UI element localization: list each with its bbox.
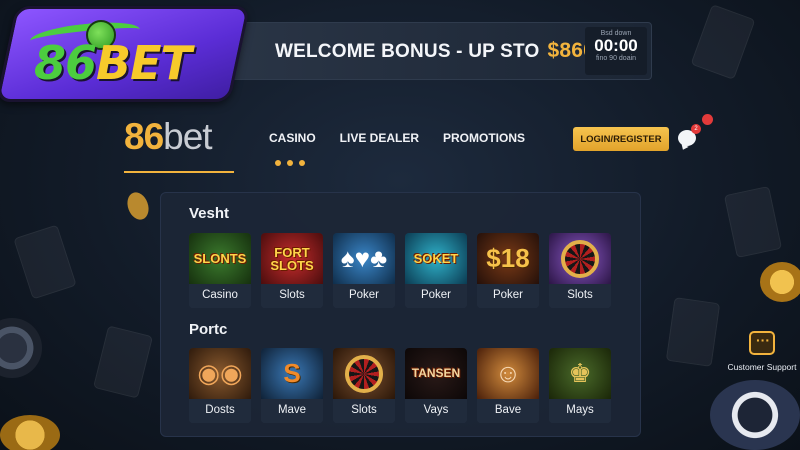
game-label: Bave: [477, 399, 539, 423]
slots-sign-icon: SLONTS: [189, 233, 251, 284]
nav-item-live-dealer[interactable]: LIVE DEALER: [340, 131, 419, 145]
indicator-dot: [299, 160, 305, 166]
poker-chip-decoration: [123, 189, 153, 223]
game-label: Slots: [261, 284, 323, 308]
nav-logo-underline: [124, 171, 234, 173]
game-label: Casino: [189, 284, 251, 308]
game-tile[interactable]: SLONTS Casino: [189, 233, 251, 308]
card-king-icon: ♚: [549, 348, 611, 399]
welcome-bonus-banner[interactable]: WELCOME BONUS - UP STO $860! Bsd down 00:…: [218, 22, 652, 80]
brand-badge-text: 86BET: [34, 36, 192, 90]
game-tile[interactable]: Slots: [549, 233, 611, 308]
donuts-icon: ◉◉: [189, 348, 251, 399]
game-tile[interactable]: Slots: [333, 348, 395, 423]
game-label: Slots: [549, 284, 611, 308]
indicator-dot: [287, 160, 293, 166]
notification-dot: [702, 114, 713, 125]
roulette-wheel-icon: [333, 348, 395, 399]
indicator-dot: [275, 160, 281, 166]
bg-card-decoration: [723, 185, 783, 259]
nav-menu: CASINO LIVE DEALER PROMOTIONS: [269, 131, 525, 145]
top-navbar: 86bet CASINO LIVE DEALER PROMOTIONS LOGI…: [0, 100, 800, 175]
chat-count-badge: 2: [691, 124, 701, 134]
dollar-sign-icon: S: [261, 348, 323, 399]
game-tile[interactable]: $18 Poker: [477, 233, 539, 308]
support-label: Customer Support: [727, 362, 797, 372]
active-indicator-dots: [275, 160, 305, 166]
soket-badge-icon: SOKET: [405, 233, 467, 284]
playing-cards-icon: ♠♥♣: [333, 233, 395, 284]
game-tile[interactable]: ♠♥♣ Poker: [333, 233, 395, 308]
game-tile[interactable]: ◉◉ Dosts: [189, 348, 251, 423]
login-register-button[interactable]: LOGIN/REGISTER: [573, 127, 669, 151]
game-grid: SLONTS Casino FORT SLOTS Slots ♠♥♣ Poker…: [189, 233, 611, 308]
section-title: Portc: [189, 321, 228, 338]
bg-card-decoration: [92, 325, 154, 399]
bg-card-decoration: [13, 224, 77, 300]
game-grid: ◉◉ Dosts S Mave Slots TANSEN Vays ☺ Bave…: [189, 348, 611, 423]
gold-dollar-icon: $18: [477, 233, 539, 284]
poker-chip-decoration: [0, 318, 42, 378]
game-label: Dosts: [189, 399, 251, 423]
countdown-time: 00:00: [594, 36, 638, 55]
chat-bubble-icon: [749, 331, 775, 355]
roulette-wheel-icon: [549, 233, 611, 284]
dealer-girl-icon: ☺: [477, 348, 539, 399]
nav-item-casino[interactable]: CASINO: [269, 131, 316, 145]
nav-logo[interactable]: 86bet: [124, 116, 213, 158]
game-tile[interactable]: FORT SLOTS Slots: [261, 233, 323, 308]
countdown-sub: fino 90 doain: [595, 55, 637, 62]
countdown-timer: Bsd down 00:00 fino 90 doain: [585, 27, 647, 75]
game-label: Mave: [261, 399, 323, 423]
fort-slots-icon: FORT SLOTS: [261, 233, 323, 284]
section-title: Vesht: [189, 205, 230, 222]
poker-chip-decoration: [760, 262, 800, 302]
poker-chip-decoration: [710, 380, 800, 450]
game-tile[interactable]: ♚ Mays: [549, 348, 611, 423]
bg-card-decoration: [690, 4, 756, 80]
game-label: Poker: [333, 284, 395, 308]
game-tile[interactable]: ☺ Bave: [477, 348, 539, 423]
game-label: Poker: [405, 284, 467, 308]
game-label: Mays: [549, 399, 611, 423]
nav-item-promotions[interactable]: PROMOTIONS: [443, 131, 525, 145]
game-tile[interactable]: S Mave: [261, 348, 323, 423]
game-tile[interactable]: TANSEN Vays: [405, 348, 467, 423]
poker-chip-decoration: [0, 415, 60, 450]
game-label: Poker: [477, 284, 539, 308]
games-panel: Vesht SLONTS Casino FORT SLOTS Slots ♠♥♣…: [160, 192, 641, 437]
game-label: Vays: [405, 399, 467, 423]
tansen-title-icon: TANSEN: [405, 348, 467, 399]
game-label: Slots: [333, 399, 395, 423]
banner-text: WELCOME BONUS - UP STO $860!: [275, 39, 603, 62]
customer-support-widget[interactable]: Customer Support: [726, 331, 798, 372]
game-tile[interactable]: SOKET Poker: [405, 233, 467, 308]
bg-card-decoration: [665, 297, 721, 367]
